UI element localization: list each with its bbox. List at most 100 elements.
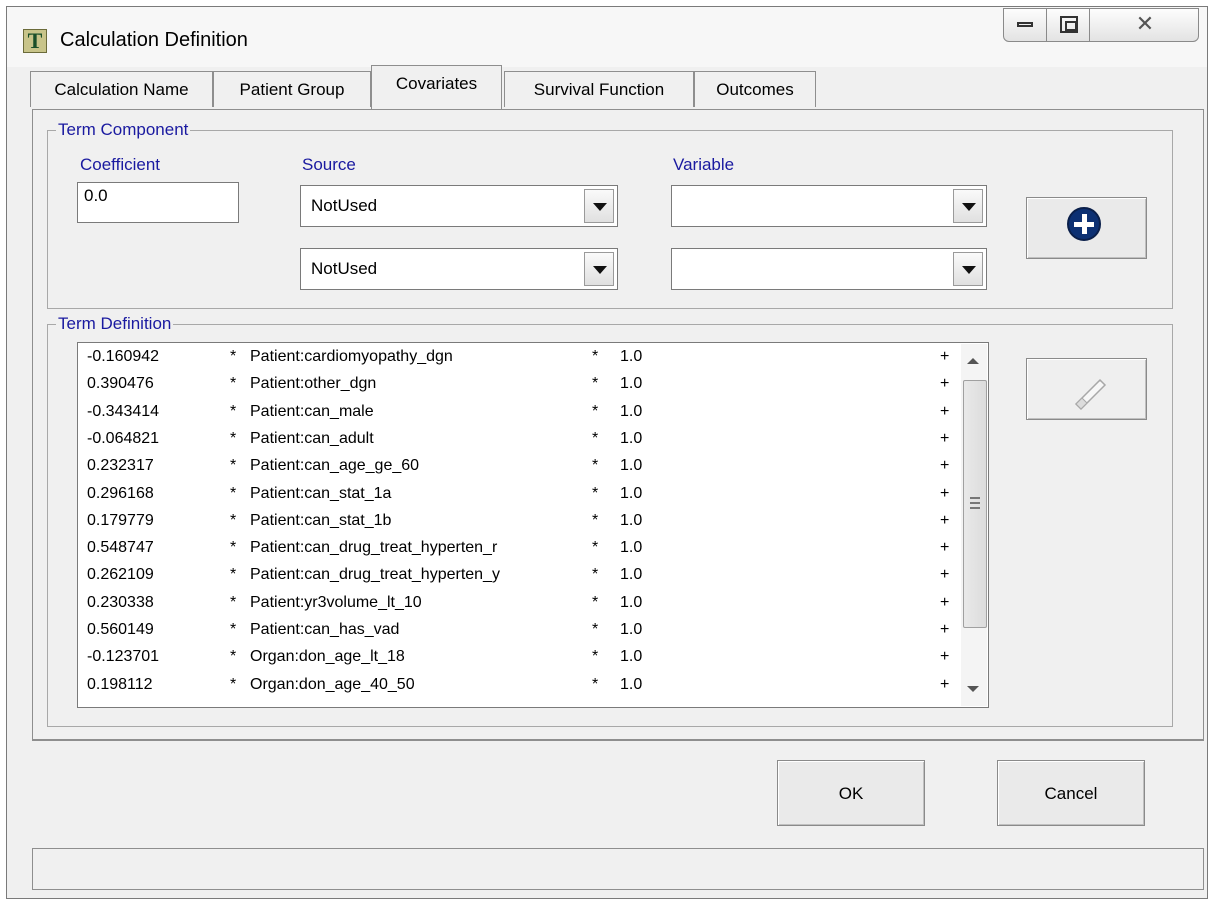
chevron-down-icon[interactable] xyxy=(584,189,614,223)
scrollbar-thumb[interactable] xyxy=(963,380,987,628)
multiply-sign: * xyxy=(592,348,599,365)
multiply-sign: * xyxy=(592,566,599,584)
term-value: 1.0 xyxy=(620,511,643,529)
plus-sign: + xyxy=(940,648,950,666)
list-item[interactable]: 0.232317 * Patient:can_age_ge_60 * 1.0 + xyxy=(78,456,958,475)
list-item[interactable]: 0.198112 * Organ:don_age_40_50 * 1.0 + xyxy=(78,675,958,694)
term-value: 1.0 xyxy=(620,348,643,365)
list-item[interactable]: 0.179779 * Patient:can_stat_1b * 1.0 + xyxy=(78,511,958,530)
term-value: 1.0 xyxy=(620,429,643,447)
window-title: Calculation Definition xyxy=(60,29,248,51)
plus-sign: + xyxy=(940,511,950,529)
multiply-sign: * xyxy=(592,593,599,611)
list-item[interactable]: 0.262109 * Patient:can_drug_treat_hyperten… xyxy=(78,565,958,584)
plus-sign: + xyxy=(940,539,950,557)
multiply-sign: * xyxy=(230,457,237,475)
term-value: 1.0 xyxy=(620,484,643,502)
term-value: 1.0 xyxy=(620,593,643,611)
plus-sign: + xyxy=(940,621,950,638)
plus-circle-icon xyxy=(1067,207,1101,241)
plus-sign: + xyxy=(940,375,950,393)
title-bar[interactable]: T Calculation Definition ✕ xyxy=(7,7,1207,67)
term-list[interactable]: -0.160942 * Patient:cardiomyopathy_dgn * 1.0… xyxy=(77,342,989,708)
term-coefficient: -0.343414 xyxy=(87,402,160,420)
term-value: 1.0 xyxy=(620,402,643,420)
source-select-1[interactable]: NotUsed xyxy=(300,185,618,227)
multiply-sign: * xyxy=(592,457,599,475)
multiply-sign: * xyxy=(592,621,599,638)
tab-outcomes[interactable]: Outcomes xyxy=(694,71,816,107)
tab-covariates[interactable]: Covariates xyxy=(371,65,502,109)
add-term-button[interactable] xyxy=(1026,197,1147,259)
coefficient-label: Coefficient xyxy=(80,155,161,174)
source-select-2[interactable]: NotUsed xyxy=(300,248,618,290)
remove-term-button[interactable] xyxy=(1026,358,1147,420)
term-component-legend: Term Component xyxy=(56,120,191,140)
multiply-sign: * xyxy=(230,566,237,584)
list-item[interactable]: 0.296168 * Patient:can_stat_1a * 1.0 + xyxy=(78,484,958,503)
chevron-down-icon[interactable] xyxy=(953,252,983,286)
variable-select-1[interactable] xyxy=(671,185,987,227)
term-value: 1.0 xyxy=(620,375,643,393)
source-label: Source xyxy=(302,155,356,174)
term-coefficient: -0.064821 xyxy=(87,429,160,447)
term-variable: Patient:can_male xyxy=(250,402,374,420)
maximize-icon xyxy=(1060,16,1078,33)
chevron-down-icon[interactable] xyxy=(584,252,614,286)
multiply-sign: * xyxy=(230,675,237,693)
plus-sign: + xyxy=(940,402,950,420)
term-coefficient: 0.296168 xyxy=(87,484,154,502)
term-variable: Patient:can_stat_1b xyxy=(250,511,392,529)
term-value: 1.0 xyxy=(620,457,643,475)
plus-sign: + xyxy=(940,348,950,365)
term-coefficient: 0.230338 xyxy=(87,593,154,611)
variable-select-2[interactable] xyxy=(671,248,987,290)
app-icon: T xyxy=(23,29,47,53)
plus-sign: + xyxy=(940,457,950,475)
scroll-up-arrow-icon[interactable] xyxy=(967,358,979,364)
status-bar xyxy=(32,848,1204,890)
term-value: 1.0 xyxy=(620,648,643,666)
tab-patient-group[interactable]: Patient Group xyxy=(213,71,371,107)
term-variable: Patient:can_stat_1a xyxy=(250,484,392,502)
list-item[interactable]: 0.548747 * Patient:can_drug_treat_hyperten… xyxy=(78,538,958,557)
source-select-2-value: NotUsed xyxy=(311,259,378,278)
term-variable: Organ:don_age_40_50 xyxy=(250,675,415,693)
cancel-button[interactable]: Cancel xyxy=(997,760,1145,826)
multiply-sign: * xyxy=(592,375,599,393)
list-item[interactable]: -0.064821 * Patient:can_adult * 1.0 + xyxy=(78,429,958,448)
term-value: 1.0 xyxy=(620,621,643,638)
close-button[interactable]: ✕ xyxy=(1089,8,1199,42)
variable-label: Variable xyxy=(673,155,735,174)
term-variable: Patient:can_drug_treat_hyperten_r xyxy=(250,539,498,557)
term-coefficient: 0.548747 xyxy=(87,539,154,557)
list-item[interactable]: -0.343414 * Patient:can_male * 1.0 + xyxy=(78,402,958,421)
coefficient-input[interactable]: 0.0 xyxy=(77,182,239,223)
list-item[interactable]: 0.390476 * Patient:other_dgn * 1.0 + xyxy=(78,374,958,393)
multiply-sign: * xyxy=(592,539,599,557)
maximize-button[interactable] xyxy=(1046,8,1090,42)
term-coefficient: 0.232317 xyxy=(87,457,154,475)
term-variable: Patient:can_age_ge_60 xyxy=(250,457,420,475)
tab-calculation-name[interactable]: Calculation Name xyxy=(30,71,213,107)
grip-icon xyxy=(970,497,980,509)
list-item[interactable]: -0.123701 * Organ:don_age_lt_18 * 1.0 + xyxy=(78,647,958,666)
list-item[interactable]: -0.160942 * Patient:cardiomyopathy_dgn * 1.0… xyxy=(78,347,958,366)
term-variable: Patient:cardiomyopathy_dgn xyxy=(250,348,453,365)
minimize-button[interactable] xyxy=(1003,8,1047,42)
list-item[interactable]: 0.230338 * Patient:yr3volume_lt_10 * 1.0 + xyxy=(78,593,958,612)
plus-sign: + xyxy=(940,675,950,693)
tab-survival-function[interactable]: Survival Function xyxy=(504,71,694,107)
vertical-scrollbar[interactable] xyxy=(961,344,987,706)
multiply-sign: * xyxy=(230,621,237,638)
multiply-sign: * xyxy=(230,402,237,420)
multiply-sign: * xyxy=(230,511,237,529)
term-variable: Patient:can_has_vad xyxy=(250,621,400,638)
ok-button[interactable]: OK xyxy=(777,760,925,826)
list-item[interactable]: 0.560149 * Patient:can_has_vad * 1.0 + xyxy=(78,620,958,639)
multiply-sign: * xyxy=(230,593,237,611)
scroll-down-arrow-icon[interactable] xyxy=(967,686,979,692)
multiply-sign: * xyxy=(230,348,237,365)
chevron-down-icon[interactable] xyxy=(953,189,983,223)
plus-sign: + xyxy=(940,484,950,502)
